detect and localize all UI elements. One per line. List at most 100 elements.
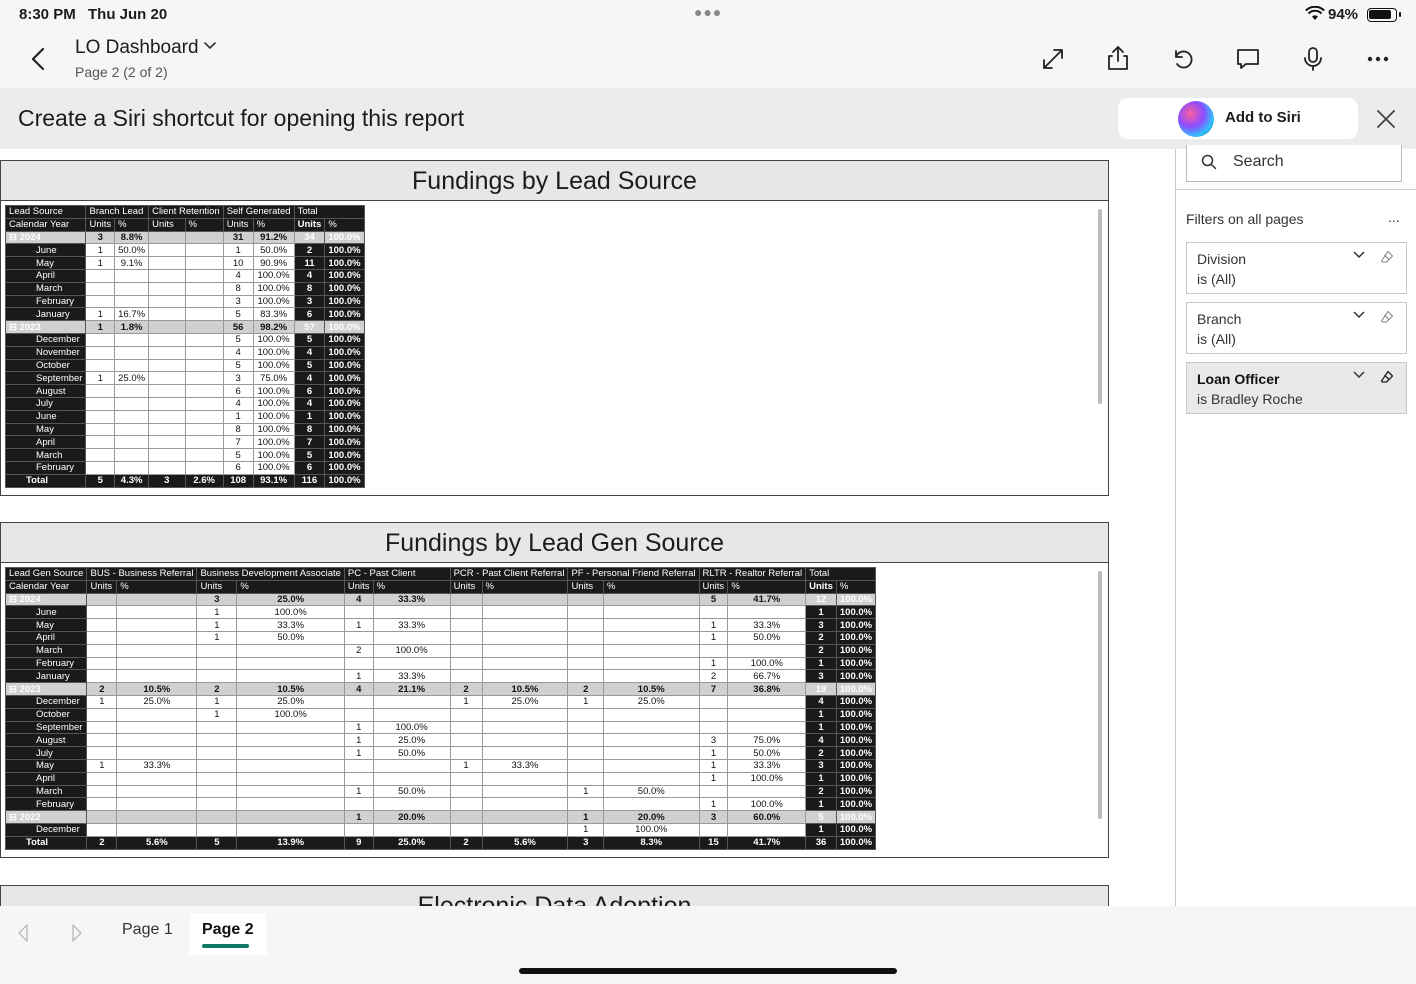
units-cell[interactable]: [567, 746, 604, 760]
units-cell[interactable]: 5: [222, 332, 254, 347]
percent-cell[interactable]: [372, 771, 451, 786]
percent-cell[interactable]: 100.0%: [602, 822, 700, 837]
percent-cell[interactable]: [184, 409, 224, 424]
previous-page-button[interactable]: [14, 922, 32, 944]
matrix-row[interactable]: January 1 33.3% 2 66.7% 3 100.0%: [4, 669, 877, 684]
percent-cell[interactable]: 100.0%: [324, 243, 365, 258]
percent-cell[interactable]: [236, 669, 345, 684]
percent-cell[interactable]: [372, 758, 451, 773]
percent-cell[interactable]: [727, 694, 807, 709]
percent-cell[interactable]: 13.9%: [236, 835, 345, 850]
matrix-percent-header[interactable]: %: [252, 217, 295, 232]
percent-cell[interactable]: 83.3%: [252, 307, 295, 322]
percent-cell[interactable]: 100.0%: [727, 771, 807, 786]
units-cell[interactable]: [567, 592, 604, 607]
units-cell[interactable]: 2: [805, 746, 837, 760]
units-cell[interactable]: 3: [196, 592, 238, 607]
percent-cell[interactable]: 100.0%: [252, 281, 295, 296]
matrix-column-group-header[interactable]: RLTR - Realtor Referral: [698, 567, 807, 581]
units-cell[interactable]: 1: [343, 618, 374, 632]
units-cell[interactable]: [343, 758, 374, 773]
percent-cell[interactable]: 25.0%: [114, 371, 150, 386]
percent-cell[interactable]: 100.0%: [236, 605, 345, 620]
percent-cell[interactable]: [727, 822, 807, 837]
units-cell[interactable]: 1: [343, 784, 374, 799]
units-cell[interactable]: 1: [86, 694, 118, 709]
eraser-icon[interactable]: [1380, 310, 1394, 324]
percent-cell[interactable]: 100.0%: [324, 448, 365, 462]
units-cell[interactable]: 5: [698, 592, 729, 607]
percent-cell[interactable]: 100.0%: [372, 720, 451, 735]
matrix-lead-gen-source[interactable]: Lead Gen Source BUS - Business Referral Bu…: [1, 567, 1108, 850]
matrix-percent-header[interactable]: %: [602, 579, 700, 594]
units-cell[interactable]: [86, 822, 118, 837]
percent-cell[interactable]: 50.0%: [236, 630, 345, 645]
units-cell[interactable]: 3: [805, 618, 837, 632]
percent-cell[interactable]: [114, 345, 150, 360]
percent-cell[interactable]: [184, 268, 224, 283]
units-cell[interactable]: 1: [805, 656, 837, 671]
units-cell[interactable]: 1: [85, 320, 116, 334]
units-cell[interactable]: [449, 669, 483, 684]
visual-fundings-by-lead-source[interactable]: Fundings by Lead Source Lead Source Branc…: [0, 160, 1109, 496]
percent-cell[interactable]: [116, 592, 198, 607]
percent-cell[interactable]: 90.9%: [252, 256, 295, 270]
percent-cell[interactable]: 50.0%: [372, 784, 451, 799]
units-cell[interactable]: [449, 630, 483, 645]
reset-button[interactable]: [1166, 42, 1200, 76]
percent-cell[interactable]: [727, 707, 807, 722]
percent-cell[interactable]: [727, 720, 807, 735]
matrix-percent-header[interactable]: %: [184, 217, 224, 232]
units-cell[interactable]: [86, 707, 118, 722]
units-cell[interactable]: [148, 371, 186, 386]
units-cell[interactable]: [148, 307, 186, 322]
percent-cell[interactable]: [481, 822, 569, 837]
units-cell[interactable]: 1: [196, 605, 238, 620]
collapse-icon[interactable]: ⊟: [9, 594, 20, 605]
matrix-row[interactable]: December 1 25.0% 1 25.0% 1 25.0% 1 25.0% 4 100.0%: [4, 694, 877, 709]
units-cell[interactable]: 1: [698, 630, 729, 645]
matrix-row-header[interactable]: August: [4, 384, 87, 398]
matrix-row-header[interactable]: January: [4, 307, 87, 322]
units-cell[interactable]: 36: [805, 835, 837, 850]
units-cell[interactable]: 2: [567, 682, 604, 696]
matrix-row[interactable]: July 1 50.0% 1 50.0% 2 100.0%: [4, 746, 877, 760]
units-cell[interactable]: 5: [805, 810, 837, 824]
matrix-row[interactable]: September 1 100.0% 1 100.0%: [4, 720, 877, 735]
matrix-units-header[interactable]: Units: [148, 217, 186, 232]
percent-cell[interactable]: [114, 294, 150, 309]
percent-cell[interactable]: 100.0%: [252, 268, 295, 283]
units-cell[interactable]: [567, 771, 604, 786]
tab-page-2[interactable]: Page 2: [190, 913, 266, 955]
units-cell[interactable]: 1: [293, 409, 326, 424]
percent-cell[interactable]: 33.3%: [372, 618, 451, 632]
matrix-row[interactable]: May 1 9.1% 10 90.9% 11 100.0%: [4, 256, 365, 270]
units-cell[interactable]: 2: [196, 682, 238, 696]
percent-cell[interactable]: [114, 384, 150, 398]
units-cell[interactable]: 7: [293, 435, 326, 450]
units-cell[interactable]: [449, 810, 483, 824]
percent-cell[interactable]: [481, 810, 569, 824]
units-cell[interactable]: 1: [698, 746, 729, 760]
percent-cell[interactable]: [116, 822, 198, 837]
percent-cell[interactable]: [184, 371, 224, 386]
percent-cell[interactable]: 25.0%: [481, 694, 569, 709]
percent-cell[interactable]: 100.0%: [835, 656, 877, 671]
matrix-percent-header[interactable]: %: [481, 579, 569, 594]
percent-cell[interactable]: [236, 797, 345, 812]
units-cell[interactable]: 2: [293, 243, 326, 258]
matrix-row-header[interactable]: October: [4, 358, 87, 373]
units-cell[interactable]: 4: [343, 592, 374, 607]
matrix-percent-header[interactable]: %: [116, 579, 198, 594]
units-cell[interactable]: 2: [698, 669, 729, 684]
matrix-column-group-header[interactable]: Branch Lead: [85, 205, 150, 219]
matrix-percent-header[interactable]: %: [236, 579, 345, 594]
matrix-row[interactable]: June 1 100.0% 1 100.0%: [4, 605, 877, 620]
percent-cell[interactable]: 50.0%: [372, 746, 451, 760]
units-cell[interactable]: 1: [805, 797, 837, 812]
percent-cell[interactable]: 16.7%: [114, 307, 150, 322]
matrix-row[interactable]: May 8 100.0% 8 100.0%: [4, 422, 365, 437]
percent-cell[interactable]: 25.0%: [116, 694, 198, 709]
matrix-year-row[interactable]: ⊟ 2023 2 10.5% 2 10.5% 4 21.1% 2 10.5% 2 10.5% 7 36.…: [4, 682, 877, 696]
percent-cell[interactable]: [114, 435, 150, 450]
